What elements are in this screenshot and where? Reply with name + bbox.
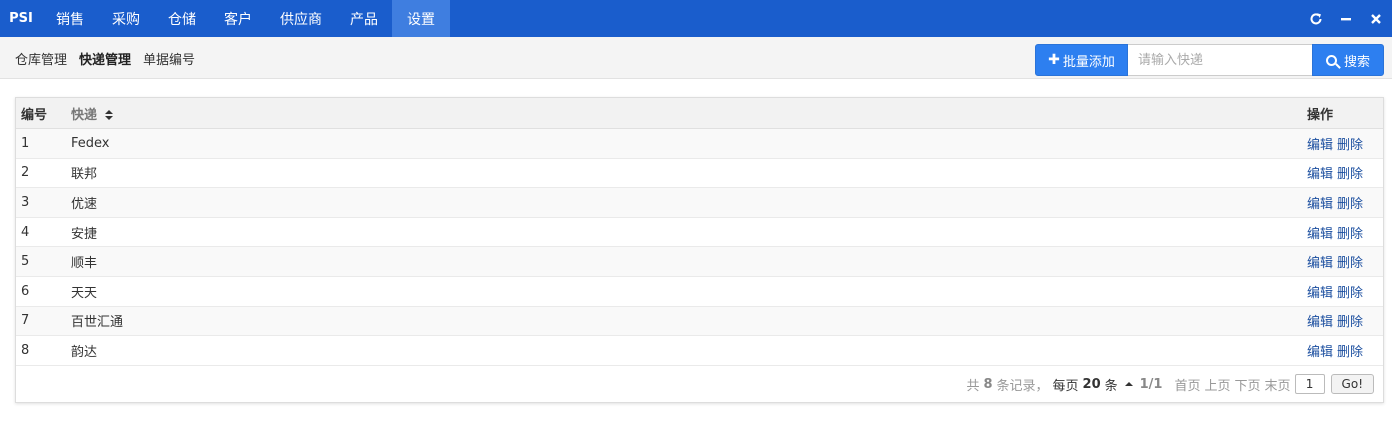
nav-item-purchase[interactable]: 采购 (98, 0, 154, 37)
caret-up-icon[interactable] (1124, 382, 1133, 386)
cell-id: 4 (21, 224, 30, 240)
cell-ops: 编辑 删除 (1307, 341, 1383, 360)
tab-warehouse[interactable]: 仓库管理 (15, 49, 67, 68)
pager-next[interactable]: 下页 (1235, 375, 1261, 394)
cell-ops: 编辑 删除 (1307, 282, 1383, 301)
pager-total: 8 (983, 376, 993, 392)
nav-item-settings[interactable]: 设置 (392, 0, 450, 37)
search-button[interactable]: 搜索 (1312, 44, 1384, 76)
refresh-icon[interactable] (1308, 11, 1324, 27)
search-input[interactable] (1128, 44, 1312, 76)
table-row: 8 韵达 编辑 删除 (16, 336, 1383, 366)
tab-doc-number[interactable]: 单据编号 (143, 49, 195, 68)
sort-icon (104, 109, 113, 121)
cell-name: 联邦 (71, 167, 98, 183)
edit-link[interactable]: 编辑 (1307, 345, 1333, 360)
edit-link[interactable]: 编辑 (1307, 197, 1333, 212)
sub-tabs: 仓库管理 快递管理 单据编号 (15, 49, 195, 68)
pager-page-info: 1/1 (1139, 376, 1163, 392)
cell-name: 百世汇通 (71, 315, 124, 331)
delete-link[interactable]: 删除 (1337, 345, 1363, 360)
cell-ops: 编辑 删除 (1307, 134, 1383, 153)
cell-name: 韵达 (71, 344, 98, 360)
plus-icon: ✚ (1048, 52, 1060, 68)
cell-name: Fedex (71, 135, 110, 151)
cell-name: 安捷 (71, 226, 98, 242)
sub-nav-bar: 仓库管理 快递管理 单据编号 ✚ 批量添加 搜索 (0, 37, 1392, 79)
table-row: 2 联邦 编辑 删除 (16, 159, 1383, 189)
search-icon (1325, 54, 1337, 66)
cell-name: 优速 (71, 196, 98, 212)
cell-id: 2 (21, 165, 30, 181)
page-number-input[interactable] (1294, 374, 1325, 394)
header-id: 编号 (21, 107, 48, 123)
nav-item-storage[interactable]: 仓储 (154, 0, 210, 37)
nav-item-supplier[interactable]: 供应商 (266, 0, 336, 37)
table-row: 1 Fedex 编辑 删除 (16, 129, 1383, 159)
edit-link[interactable]: 编辑 (1307, 227, 1333, 242)
delete-link[interactable]: 删除 (1337, 315, 1363, 330)
delete-link[interactable]: 删除 (1337, 138, 1363, 153)
header-name-label: 快递 (71, 107, 98, 123)
pager-total-suffix: 条记录， (996, 378, 1049, 394)
cell-ops: 编辑 删除 (1307, 163, 1383, 182)
brand-logo[interactable]: PSI (0, 0, 42, 37)
delete-link[interactable]: 删除 (1337, 256, 1363, 271)
cell-name: 天天 (71, 285, 98, 301)
minimize-icon[interactable] (1338, 11, 1354, 27)
pager-per-page-prefix: 每页 (1052, 378, 1079, 394)
cell-id: 7 (21, 313, 30, 329)
search-label: 搜索 (1343, 54, 1370, 70)
edit-link[interactable]: 编辑 (1307, 167, 1333, 182)
go-button[interactable]: Go! (1330, 374, 1374, 394)
table-row: 7 百世汇通 编辑 删除 (16, 306, 1383, 337)
delete-link[interactable]: 删除 (1337, 286, 1363, 301)
cell-ops: 编辑 删除 (1307, 193, 1383, 212)
edit-link[interactable]: 编辑 (1307, 315, 1333, 330)
close-icon[interactable] (1368, 11, 1384, 27)
table-row: 4 安捷 编辑 删除 (16, 218, 1383, 248)
toolbar: ✚ 批量添加 搜索 (1035, 44, 1384, 76)
edit-link[interactable]: 编辑 (1307, 286, 1333, 301)
nav-item-product[interactable]: 产品 (336, 0, 392, 37)
table-header: 编号 快递 操作 (16, 98, 1383, 129)
edit-link[interactable]: 编辑 (1307, 256, 1333, 271)
cell-ops: 编辑 删除 (1307, 223, 1383, 242)
pagination: 共 8 条记录， 每页 20 条 1/1 首页 上页 下页 末页 Go! (966, 374, 1374, 394)
cell-ops: 编辑 删除 (1307, 252, 1383, 271)
delete-link[interactable]: 删除 (1337, 197, 1363, 212)
header-ops: 操作 (1307, 107, 1334, 123)
window-controls (1308, 0, 1384, 37)
pager-total-prefix: 共 (966, 378, 980, 394)
delete-link[interactable]: 删除 (1337, 167, 1363, 182)
batch-add-button[interactable]: ✚ 批量添加 (1035, 44, 1128, 76)
pager-last[interactable]: 末页 (1265, 375, 1291, 394)
pager-per-page[interactable]: 20 (1083, 377, 1101, 392)
top-nav: PSI 销售 采购 仓储 客户 供应商 产品 设置 (0, 0, 1392, 37)
cell-id: 6 (21, 283, 30, 299)
cell-name: 顺丰 (71, 256, 98, 272)
delete-link[interactable]: 删除 (1337, 227, 1363, 242)
header-name-sortable[interactable]: 快递 (71, 104, 1307, 123)
pager-prev[interactable]: 上页 (1205, 375, 1231, 394)
nav-item-customer[interactable]: 客户 (210, 0, 266, 37)
edit-link[interactable]: 编辑 (1307, 138, 1333, 153)
table-row: 3 优速 编辑 删除 (16, 188, 1383, 218)
cell-id: 3 (21, 194, 30, 210)
table-row: 5 顺丰 编辑 删除 (16, 247, 1383, 277)
express-table-panel: 编号 快递 操作 1 Fedex 编辑 删除 2 联邦 编辑 删除 3 优速 编辑 删除 4 安捷 编辑 删除… (15, 97, 1384, 403)
tab-express[interactable]: 快递管理 (79, 49, 131, 68)
nav-item-sales[interactable]: 销售 (42, 0, 98, 37)
cell-id: 8 (21, 342, 30, 358)
cell-id: 5 (21, 254, 30, 270)
cell-ops: 编辑 删除 (1307, 311, 1383, 330)
batch-add-label: 批量添加 (1062, 54, 1115, 70)
table-row: 6 天天 编辑 删除 (16, 277, 1383, 307)
pager-per-page-suffix: 条 (1104, 378, 1118, 394)
cell-id: 1 (21, 135, 30, 151)
pager-first[interactable]: 首页 (1174, 375, 1200, 394)
